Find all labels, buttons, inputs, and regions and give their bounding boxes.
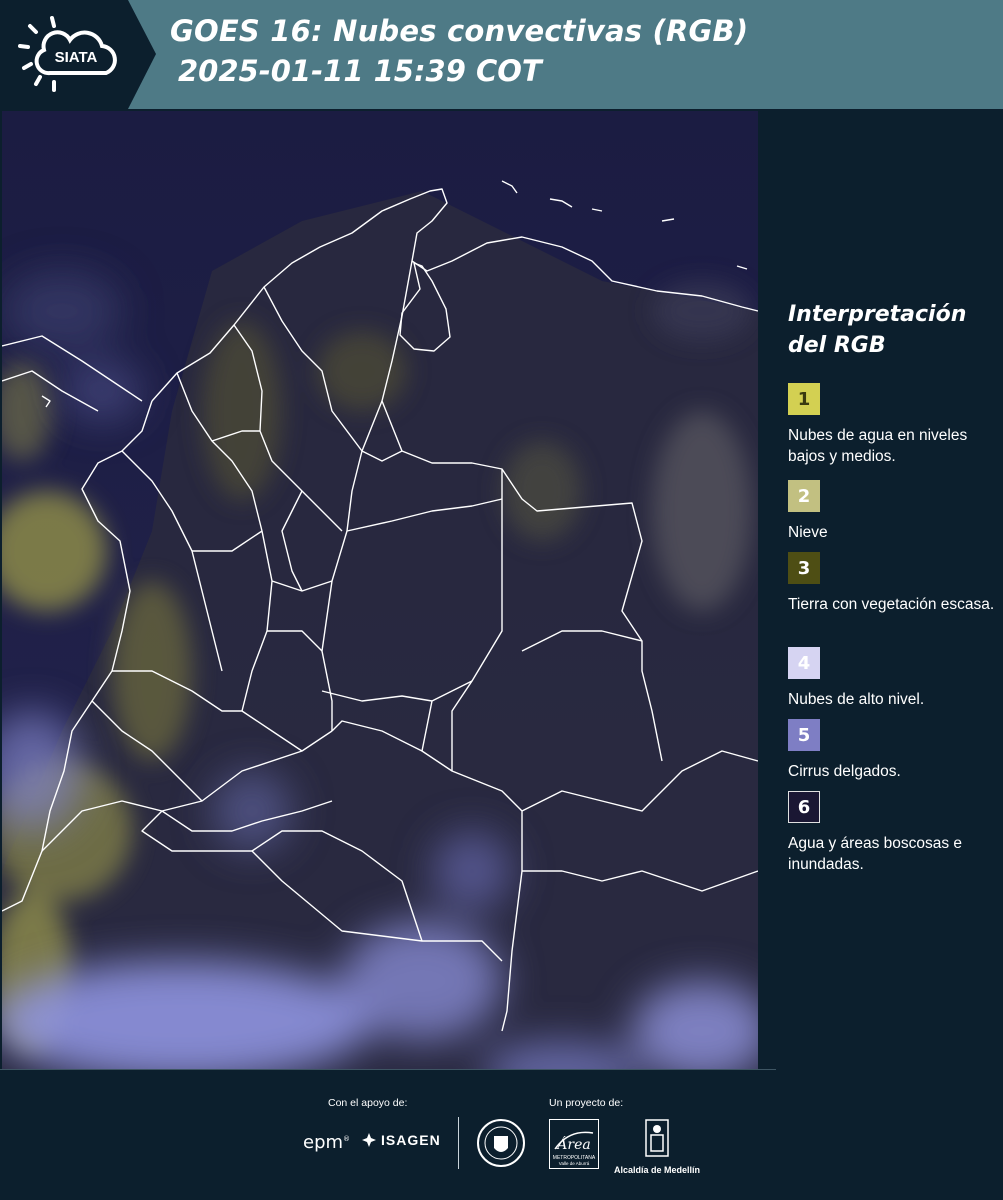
siata-logo: SIATA xyxy=(18,16,117,92)
satellite-image xyxy=(2,111,758,1069)
epm-logo: epm® xyxy=(303,1132,351,1153)
isagen-icon xyxy=(362,1133,376,1147)
legend-label: Agua y áreas boscosas e inundadas. xyxy=(788,835,963,873)
legend-label: Tierra con vegetación escasa. xyxy=(788,596,995,613)
alcaldia-medellin-logo: Alcaldía de Medellín xyxy=(611,1119,703,1175)
legend-swatch: 5 xyxy=(788,719,820,751)
svg-text:Valle de Aburrá: Valle de Aburrá xyxy=(559,1161,590,1166)
svg-text:SIATA: SIATA xyxy=(55,49,98,66)
legend-swatch: 3 xyxy=(788,552,820,584)
legend-label: Cirrus delgados. xyxy=(788,763,901,780)
legend-title: Interpretación del RGB xyxy=(788,302,967,358)
legend-item: 5 Cirrus delgados. xyxy=(788,719,1000,782)
footer: Con el apoyo de: Un proyecto de: epm® IS… xyxy=(0,1069,1003,1200)
legend-label: Nieve xyxy=(788,524,828,541)
isagen-logo: ISAGEN xyxy=(361,1132,441,1148)
legend-swatch: 1 xyxy=(788,383,820,415)
map-title: GOES 16: Nubes convectivas (RGB) xyxy=(170,14,749,48)
legend-item: 6 Agua y áreas boscosas e inundadas. xyxy=(788,791,1000,875)
legend-item: 4 Nubes de alto nivel. xyxy=(788,647,1000,710)
coat-of-arms-icon xyxy=(645,1119,669,1157)
medellin-seal-icon xyxy=(477,1119,525,1167)
header: SIATA GOES 16: Nubes convectivas (RGB) 2… xyxy=(0,0,1003,109)
legend-panel: Interpretación del RGB 1 Nubes de agua e… xyxy=(760,111,1003,1069)
footer-divider-line xyxy=(0,1069,776,1070)
satellite-map[interactable] xyxy=(2,111,758,1069)
legend-swatch: 6 xyxy=(788,791,820,823)
map-timestamp: 2025-01-11 15:39 COT xyxy=(178,54,542,88)
legend-item: 3 Tierra con vegetación escasa. xyxy=(788,552,1000,615)
support-label: Con el apoyo de: xyxy=(328,1097,408,1109)
footer-separator xyxy=(458,1117,459,1169)
legend-item: 1 Nubes de agua en niveles bajos y medio… xyxy=(788,383,1000,467)
legend-swatch: 2 xyxy=(788,480,820,512)
legend-label: Nubes de agua en niveles bajos y medios. xyxy=(788,427,968,465)
legend-item: 2 Nieve xyxy=(788,480,1000,543)
project-label: Un proyecto de: xyxy=(549,1097,624,1109)
legend-swatch: 4 xyxy=(788,647,820,679)
legend-label: Nubes de alto nivel. xyxy=(788,691,925,708)
svg-text:Área: Área xyxy=(555,1135,590,1153)
area-metropolitana-logo: Área METROPOLITANA Valle de Aburrá xyxy=(549,1119,599,1174)
